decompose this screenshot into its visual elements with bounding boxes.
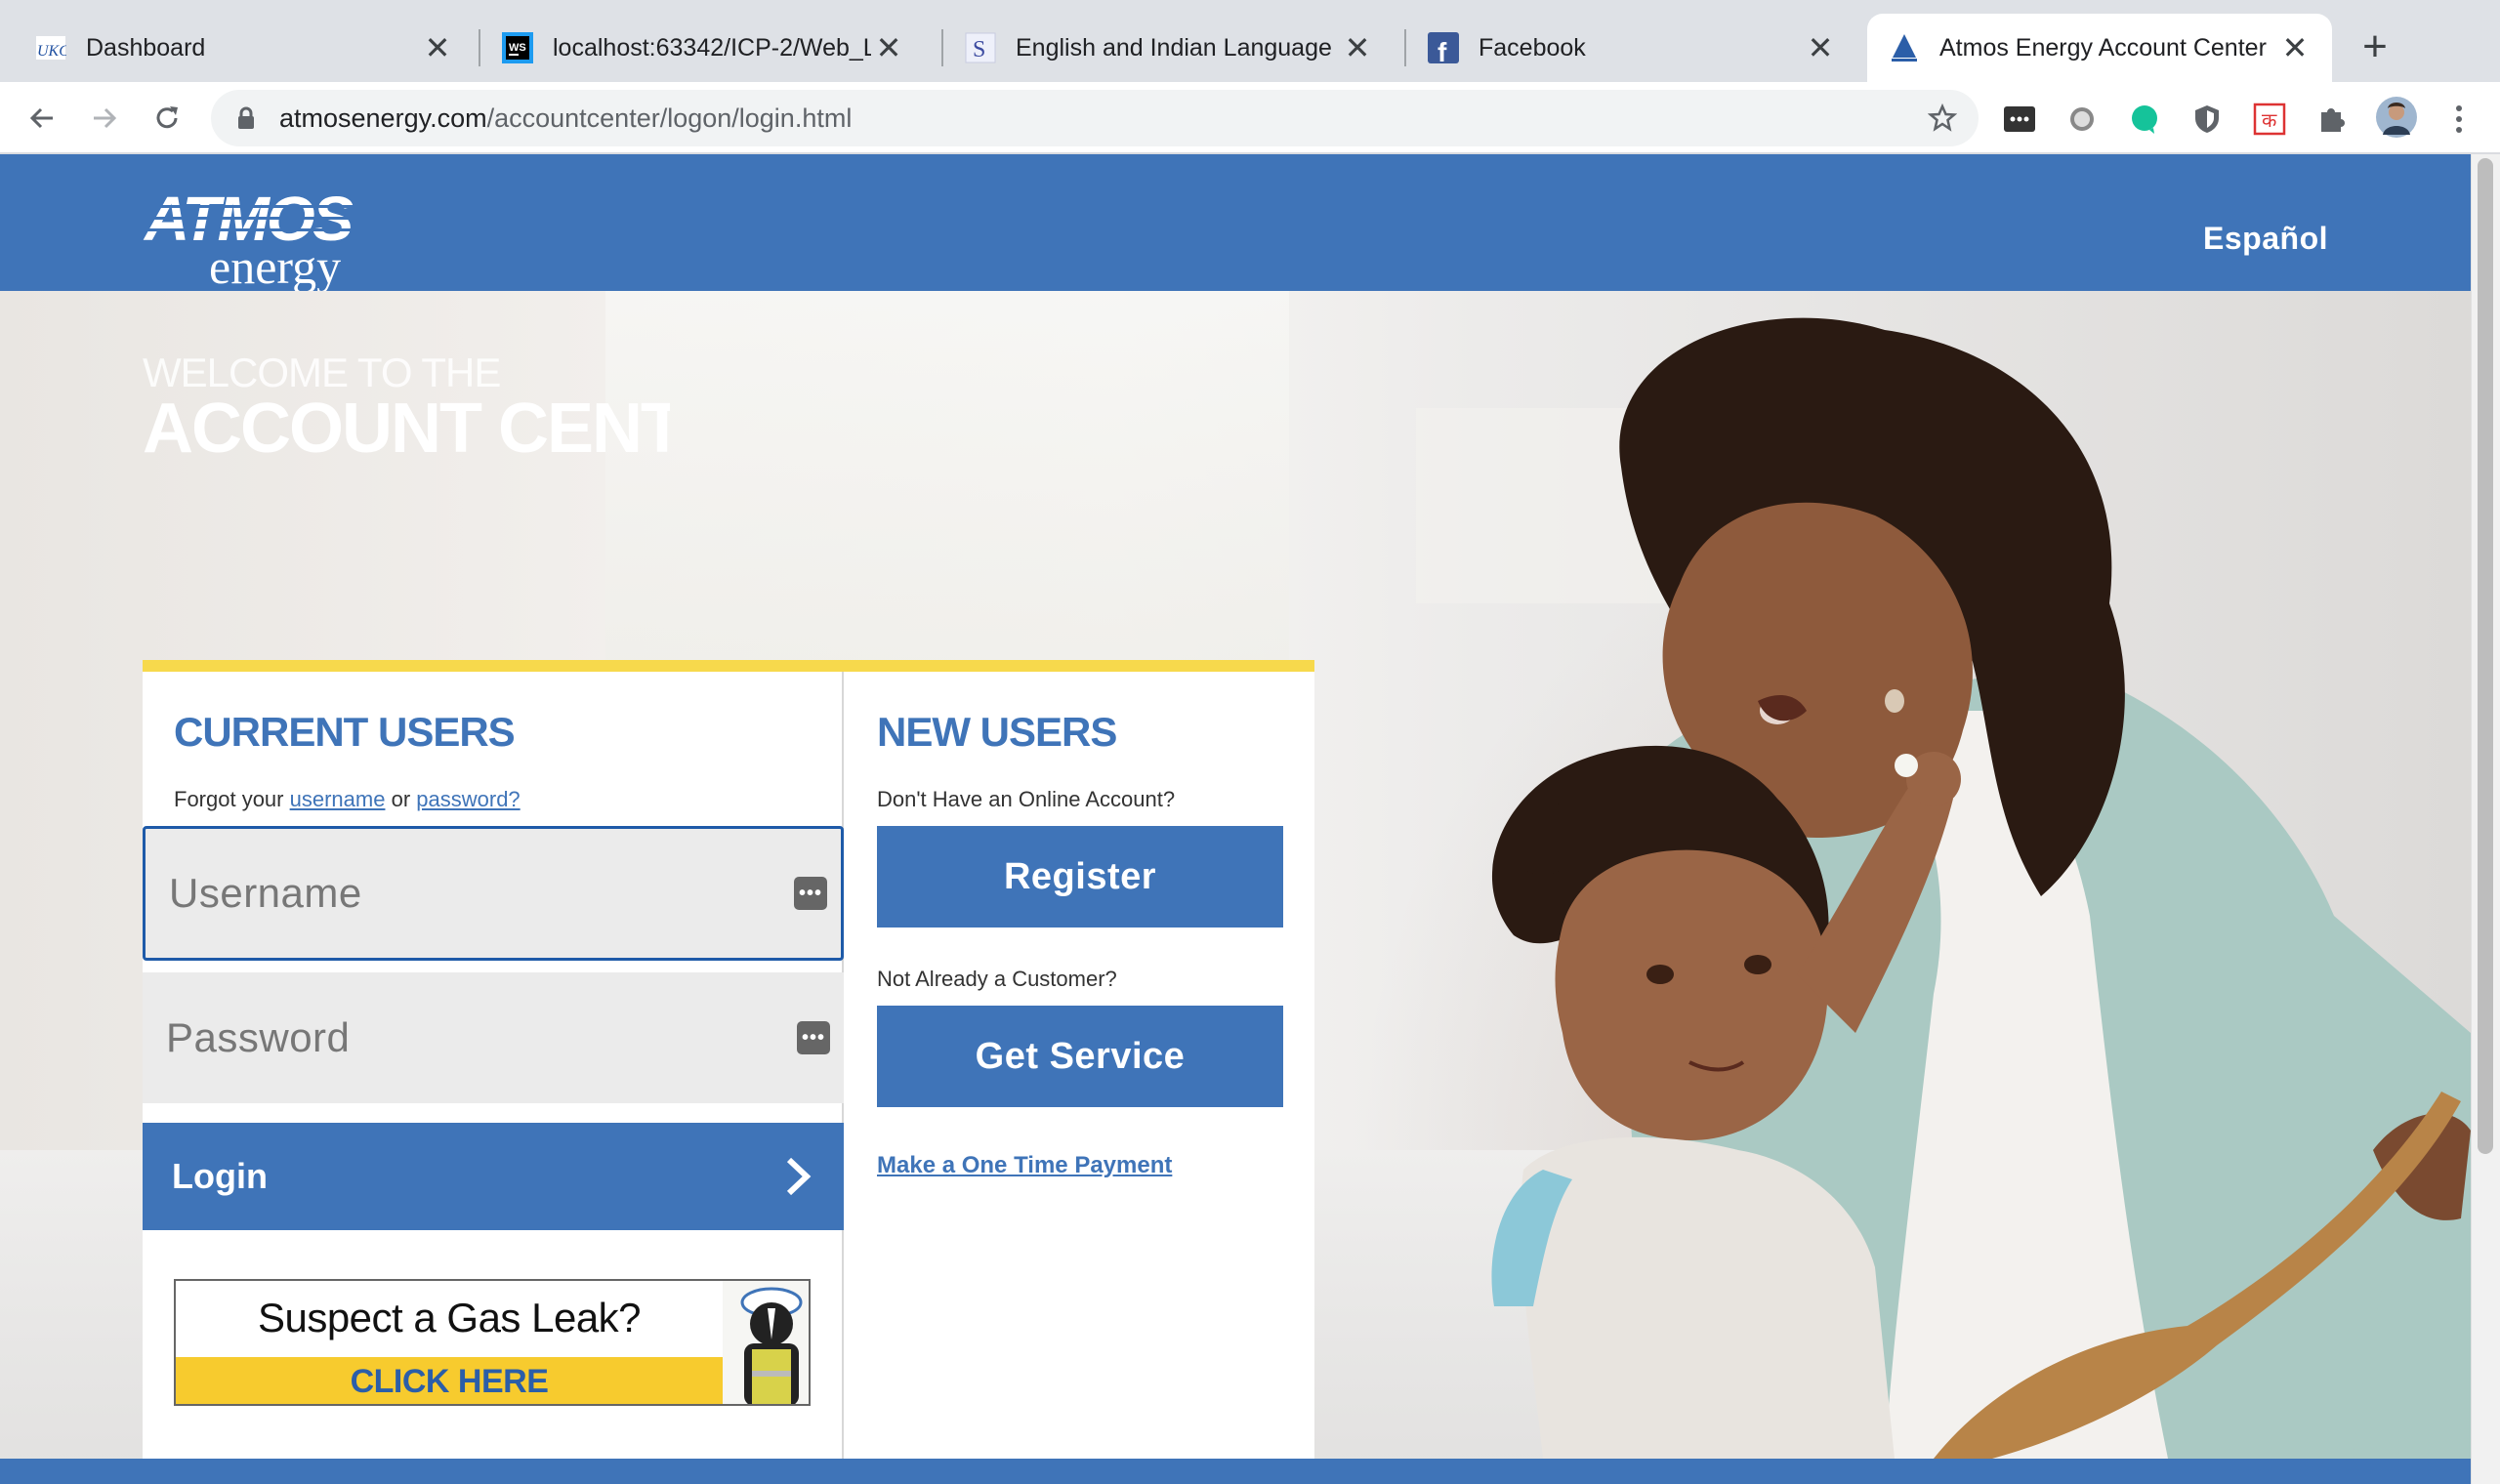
espanol-language-link[interactable]: Español — [2203, 221, 2328, 257]
gas-leak-banner[interactable]: Suspect a Gas Leak? CLICK HERE — [174, 1279, 811, 1406]
svg-text:WS: WS — [509, 42, 526, 54]
username-placeholder: Username — [169, 870, 362, 916]
login-button[interactable]: Login — [143, 1123, 844, 1230]
chevron-right-icon — [786, 1157, 812, 1196]
background-window — [605, 291, 1289, 701]
close-tab-icon[interactable]: ✕ — [871, 30, 906, 65]
register-button[interactable]: Register — [877, 826, 1283, 928]
current-users-panel: CURRENT USERS Forgot your username or pa… — [143, 672, 844, 1459]
hero-section: WELCOME TO THE ACCOUNT CENT CURRENT USER… — [0, 291, 2471, 1459]
tab-localhost[interactable]: WS localhost:63342/ICP-2/Web_L ✕ — [482, 14, 926, 82]
close-tab-icon[interactable]: ✕ — [1803, 30, 1838, 65]
password-input[interactable]: Password ••• — [143, 972, 844, 1103]
bookmark-star-icon[interactable] — [1926, 102, 1959, 135]
tab-dashboard[interactable]: UKC Dashboard ✕ — [0, 14, 475, 82]
web-page: ATMOS energy Español WELCOME TO THE ACCO… — [0, 154, 2471, 1484]
login-card: CURRENT USERS Forgot your username or pa… — [143, 660, 1314, 1459]
profile-avatar[interactable] — [2375, 96, 2418, 139]
facebook-icon: f — [1428, 32, 1459, 63]
tab-title: Facebook — [1479, 33, 1586, 62]
tab-english-indian[interactable]: S English and Indian Language D ✕ — [945, 14, 1395, 82]
puzzle-extensions-icon[interactable] — [2312, 100, 2352, 139]
svg-text:UKC: UKC — [37, 43, 66, 60]
grammarly-extension-icon[interactable] — [2125, 100, 2164, 139]
lock-icon — [232, 104, 260, 132]
forgot-credentials-text: Forgot your username or password? — [174, 787, 521, 811]
current-users-heading: CURRENT USERS — [174, 709, 516, 755]
tab-title: Dashboard — [86, 33, 206, 62]
svg-text:f: f — [1438, 37, 1447, 63]
svg-text:energy: energy — [209, 239, 341, 291]
tab-title: English and Indian Language D — [1016, 33, 1340, 62]
tab-atmos[interactable]: Atmos Energy Account Center ✕ — [1867, 14, 2332, 82]
password-manager-autofill-icon[interactable]: ••• — [797, 1021, 830, 1054]
mother-daughter-photo — [1491, 317, 2471, 1459]
username-input[interactable]: Username ••• — [143, 826, 844, 961]
browser-toolbar: atmosenergy.com/accountcenter/logon/logi… — [0, 82, 2500, 154]
forward-arrow-icon — [94, 107, 117, 129]
shield-extension-icon[interactable] — [2188, 100, 2227, 139]
forgot-password-link[interactable]: password? — [416, 787, 520, 811]
one-time-payment-link[interactable]: Make a One Time Payment — [877, 1152, 1172, 1179]
umkc-icon: UKC — [35, 32, 66, 63]
atmos-energy-logo[interactable]: ATMOS energy — [143, 184, 387, 294]
s-letter-icon: S — [965, 32, 996, 63]
close-tab-icon[interactable]: ✕ — [2277, 30, 2312, 65]
reload-button[interactable] — [143, 94, 191, 143]
new-tab-button[interactable]: + — [2354, 22, 2396, 70]
language-extension-icon[interactable]: क — [2250, 100, 2289, 139]
not-customer-text: Not Already a Customer? — [877, 967, 1117, 991]
password-manager-autofill-icon[interactable]: ••• — [794, 877, 827, 910]
welcome-title: ACCOUNT CENT — [143, 390, 670, 468]
address-bar[interactable]: atmosenergy.com/accountcenter/logon/logi… — [211, 90, 1979, 146]
get-service-button[interactable]: Get Service — [877, 1006, 1283, 1107]
tab-title: localhost:63342/ICP-2/Web_L — [553, 33, 871, 62]
page-scrollbar[interactable] — [2471, 154, 2500, 1484]
forward-button[interactable] — [80, 94, 129, 143]
browser-tab-bar: UKC Dashboard ✕ WS localhost:63342/ICP-2… — [0, 0, 2500, 82]
back-button[interactable] — [18, 94, 66, 143]
password-placeholder: Password — [166, 1014, 351, 1060]
close-tab-icon[interactable]: ✕ — [1340, 30, 1375, 65]
gas-leak-question: Suspect a Gas Leak? — [257, 1295, 642, 1340]
url-text: atmosenergy.com/accountcenter/logon/logi… — [279, 103, 853, 133]
site-header: ATMOS energy Español — [0, 154, 2471, 294]
svg-text:S: S — [973, 37, 985, 62]
gas-leak-click-here: CLICK HERE — [176, 1357, 723, 1404]
close-tab-icon[interactable]: ✕ — [420, 30, 455, 65]
tab-title: Atmos Energy Account Center — [1939, 33, 2267, 62]
login-button-label: Login — [172, 1156, 268, 1196]
footer-bar — [0, 1459, 2471, 1484]
no-account-text: Don't Have an Online Account? — [877, 787, 1176, 811]
new-users-heading: NEW USERS — [877, 709, 1117, 755]
skunk-mascot-icon — [723, 1281, 809, 1404]
atmos-icon — [1889, 32, 1920, 63]
forgot-username-link[interactable]: username — [290, 787, 386, 811]
tab-facebook[interactable]: f Facebook ✕ — [1408, 14, 1857, 82]
back-arrow-icon — [29, 107, 53, 129]
circle-extension-icon[interactable] — [2062, 100, 2102, 139]
scrollbar-thumb[interactable] — [2478, 158, 2493, 1154]
new-users-panel: NEW USERS Don't Have an Online Account? … — [846, 672, 1314, 1459]
password-manager-extension-icon[interactable] — [2000, 100, 2039, 139]
webstorm-icon: WS — [502, 32, 533, 63]
chrome-menu-icon[interactable] — [2439, 100, 2479, 139]
reload-icon — [156, 106, 178, 129]
svg-text:क: क — [2262, 108, 2277, 132]
